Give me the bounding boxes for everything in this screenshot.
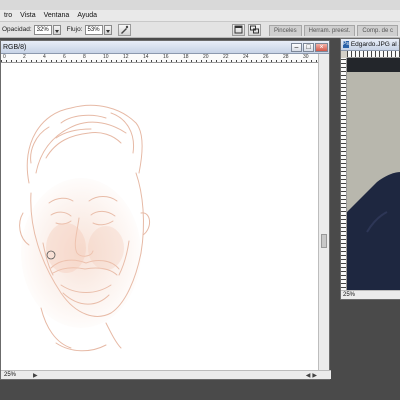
panel-icon: [234, 25, 243, 34]
photo-top-dark-area: [347, 58, 400, 72]
flow-label: Flujo:: [66, 26, 83, 33]
opacity-field[interactable]: 32%: [33, 24, 52, 35]
workspace-icon: [249, 25, 259, 34]
vertical-scroll-thumb[interactable]: [321, 234, 327, 248]
ruler-tick-label: 12: [123, 54, 129, 60]
scroll-right-icon[interactable]: ▶: [312, 372, 317, 379]
status-bar: 25% ▶ ◀ ▶: [1, 370, 331, 379]
tab-pinceles[interactable]: Pinceles: [268, 24, 302, 36]
ruler-tick-label: 0: [3, 54, 6, 60]
ruler-tick-label: 6: [63, 54, 66, 60]
photo-document-title: Edgardo.JPG al 25%: [350, 41, 399, 48]
photo-horizontal-ruler: [347, 51, 400, 58]
ruler-tick-label: 30: [303, 54, 309, 60]
sketch-document-window: RGB/8) – □ × 0 2 4 6 8 10 12 14 16 18 20 22 24 26 28 30: [0, 40, 331, 380]
ruler-tick-label: 2: [23, 54, 26, 60]
ruler-tick-label: 20: [203, 54, 209, 60]
close-button[interactable]: ×: [315, 42, 328, 52]
flow-field[interactable]: 53%: [84, 24, 103, 35]
caricature-sketch: [19, 104, 150, 352]
sketch-document-title: RGB/8): [3, 43, 27, 51]
toggle-panel-button[interactable]: [231, 23, 245, 36]
menu-ayuda[interactable]: Ayuda: [73, 10, 101, 22]
top-strip: [0, 0, 400, 10]
airbrush-button[interactable]: [117, 23, 131, 36]
menu-filtro[interactable]: tro: [0, 10, 16, 22]
opacity-label: Opacidad:: [2, 26, 32, 33]
ruler-tick-label: 28: [283, 54, 289, 60]
photo-zoom-level[interactable]: 25%: [341, 290, 400, 299]
ruler-tick-label: 8: [83, 54, 86, 60]
photoshop-doc-icon: Ps: [343, 41, 349, 48]
ruler-tick-label: 24: [243, 54, 249, 60]
maximize-button[interactable]: □: [303, 42, 314, 52]
ruler-tick-label: 14: [143, 54, 149, 60]
minimize-button[interactable]: –: [291, 42, 302, 52]
menu-bar: tro Vista Ventana Ayuda: [0, 10, 400, 22]
reference-photo[interactable]: [347, 58, 400, 292]
photo-title-bar[interactable]: Ps Edgardo.JPG al 25%: [341, 39, 399, 51]
ruler-tick-label: 16: [163, 54, 169, 60]
options-bar: Opacidad: 32% Flujo: 53% Pinceles Herram…: [0, 22, 400, 38]
status-arrow-icon[interactable]: ▶: [33, 372, 38, 379]
menu-vista[interactable]: Vista: [16, 10, 39, 22]
opacity-dropdown[interactable]: [52, 24, 61, 35]
ruler-tick-label: 10: [103, 54, 109, 60]
flow-dropdown[interactable]: [103, 24, 112, 35]
vertical-scrollbar[interactable]: [318, 54, 329, 371]
menu-ventana[interactable]: Ventana: [40, 10, 74, 22]
scroll-left-icon[interactable]: ◀: [306, 372, 311, 379]
horizontal-ruler: 0 2 4 6 8 10 12 14 16 18 20 22 24 26 28 30: [1, 54, 319, 63]
ruler-tick-label: 22: [223, 54, 229, 60]
workspace-button[interactable]: [247, 23, 261, 36]
ruler-tick-label: 4: [43, 54, 46, 60]
tab-herramientas[interactable]: Herram. preest.: [303, 24, 356, 36]
drawing-canvas[interactable]: [1, 63, 319, 371]
ruler-tick-label: 18: [183, 54, 189, 60]
ruler-tick-label: 26: [263, 54, 269, 60]
suit-shape: [347, 172, 400, 292]
airbrush-icon: [120, 25, 128, 34]
photo-document-window: Ps Edgardo.JPG al 25% 25%: [340, 38, 400, 300]
zoom-level[interactable]: 25%: [1, 372, 31, 378]
tab-composiciones[interactable]: Comp. de c: [357, 24, 398, 36]
palette-tabs: Pinceles Herram. preest. Comp. de c: [268, 24, 400, 36]
sketch-title-bar[interactable]: RGB/8) – □ ×: [1, 41, 329, 54]
